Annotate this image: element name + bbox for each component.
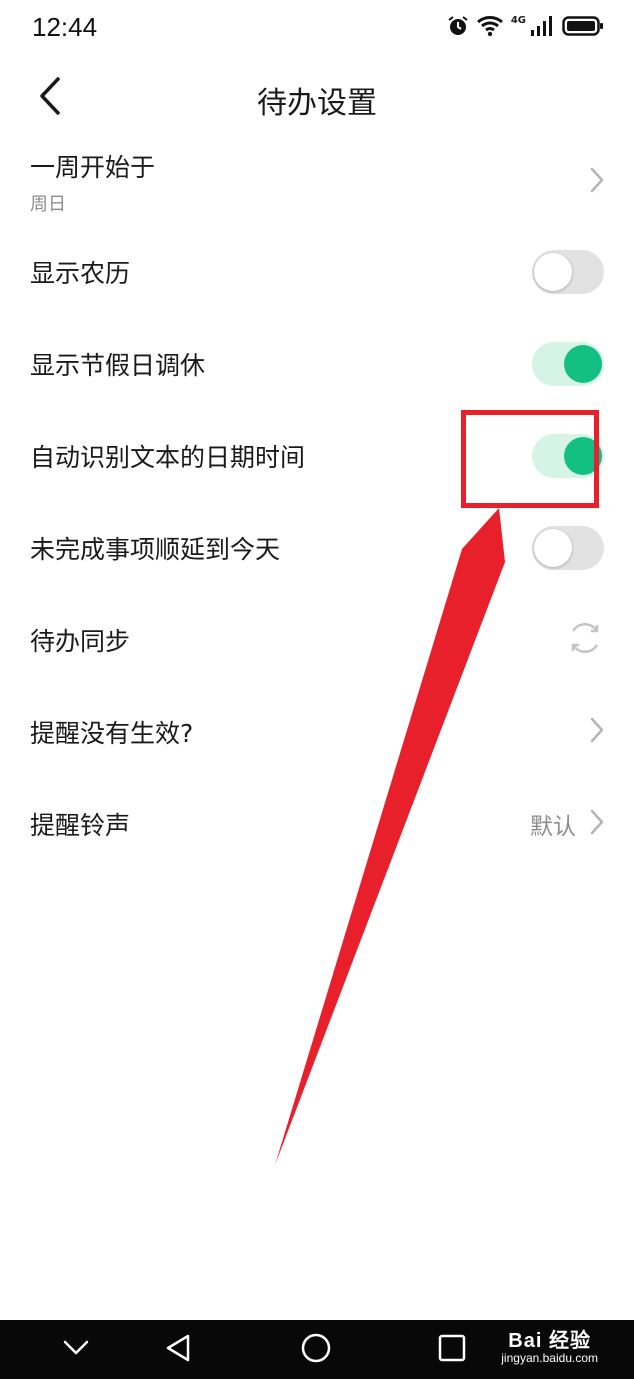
page-title: 待办设置: [257, 86, 377, 121]
carry-over-toggle[interactable]: [532, 526, 604, 570]
setting-label: 提醒没有生效?: [30, 719, 194, 748]
setting-reminder-help[interactable]: 提醒没有生效?: [0, 686, 634, 778]
chevron-right-icon: [590, 167, 604, 197]
alarm-icon: [447, 15, 469, 41]
setting-show-holidays: 显示节假日调休: [0, 318, 634, 410]
nav-back-button[interactable]: [148, 1320, 208, 1379]
baidu-jingyan-watermark: Bai 经验 jingyan.baidu.com: [501, 1324, 598, 1365]
toggle-knob: [564, 345, 602, 383]
setting-label: 自动识别文本的日期时间: [30, 443, 306, 472]
setting-carry-over: 未完成事项顺延到今天: [0, 502, 634, 594]
setting-value: 默认: [530, 814, 576, 840]
toggle-knob: [534, 253, 572, 291]
nav-collapse-button[interactable]: [46, 1320, 106, 1379]
status-icons: 4G: [447, 14, 604, 42]
setting-reminder-sound[interactable]: 提醒铃声 默认: [0, 778, 634, 870]
system-nav-bar: Bai 经验 jingyan.baidu.com: [0, 1320, 634, 1379]
battery-icon: [562, 15, 604, 41]
triangle-back-icon: [164, 1333, 192, 1367]
setting-label: 显示节假日调休: [30, 351, 206, 380]
setting-label: 一周开始于: [30, 153, 156, 182]
chevron-right-icon: [590, 717, 604, 747]
annotation-highlight-box: [461, 410, 599, 508]
toggle-knob: [534, 529, 572, 567]
setting-label: 待办同步: [30, 627, 131, 656]
circle-home-icon: [301, 1333, 331, 1367]
wifi-icon: [476, 15, 503, 41]
status-bar: 12:44 4G: [0, 0, 634, 58]
chevron-right-icon: [590, 809, 604, 839]
setting-todo-sync[interactable]: 待办同步: [0, 594, 634, 686]
setting-value: 周日: [30, 194, 66, 215]
setting-week-start[interactable]: 一周开始于 周日: [0, 138, 634, 226]
status-time: 12:44: [32, 12, 98, 42]
watermark-url: jingyan.baidu.com: [501, 1351, 598, 1365]
lunar-toggle[interactable]: [532, 250, 604, 294]
setting-label: 提醒铃声: [30, 811, 131, 840]
sync-icon[interactable]: [566, 619, 604, 661]
square-recents-icon: [438, 1334, 466, 1366]
signal-icon: [530, 15, 554, 41]
setting-label: 显示农历: [30, 259, 131, 288]
network-type-label: 4G: [510, 14, 526, 26]
header: 待办设置: [0, 58, 634, 138]
nav-recents-button[interactable]: [422, 1320, 482, 1379]
watermark-title: Bai 经验: [508, 1330, 591, 1352]
holiday-toggle[interactable]: [532, 342, 604, 386]
setting-show-lunar: 显示农历: [0, 226, 634, 318]
setting-label: 未完成事项顺延到今天: [30, 535, 281, 564]
nav-home-button[interactable]: [286, 1320, 346, 1379]
chevron-down-icon: [63, 1340, 89, 1360]
